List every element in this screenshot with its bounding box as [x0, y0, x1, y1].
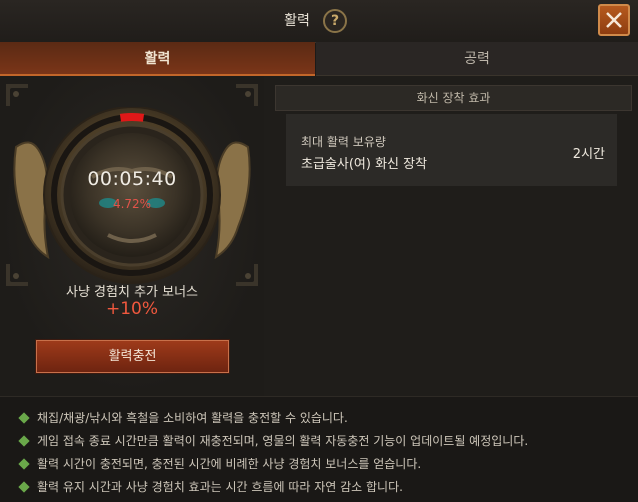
close-button[interactable]: [598, 4, 630, 36]
window-title: 활력: [284, 13, 310, 29]
note-text: 활력 시간이 충전되면, 충전된 시간에 비례한 사냥 경험치 보너스를 얻습니…: [37, 457, 422, 471]
tab-power[interactable]: 공력: [316, 42, 638, 76]
bullet-icon: [18, 411, 30, 424]
help-icon[interactable]: ?: [323, 9, 347, 33]
effect-label: 최대 활력 보유량: [301, 135, 386, 149]
effect-panel-header: 화신 장착 효과: [275, 85, 632, 111]
title-bar: 활력 ?: [0, 0, 638, 43]
demon-face-emblem: [70, 133, 194, 257]
note-item: 게임 접속 종료 시간만큼 활력이 재충전되며, 영물의 활력 자동충전 기능이…: [18, 432, 529, 449]
tab-vitality[interactable]: 활력: [0, 42, 315, 76]
effect-value: 2시간: [572, 147, 605, 162]
note-item: 활력 시간이 충전되면, 충전된 시간에 비례한 사냥 경험치 보너스를 얻습니…: [18, 455, 422, 472]
info-notes: 채집/채광/낚시와 흑철을 소비하여 활력을 충전할 수 있습니다. 게임 접속…: [0, 396, 638, 502]
tab-bar: 활력 공력: [0, 42, 638, 76]
corner-ornament-icon: [236, 84, 258, 106]
note-text: 활력 유지 시간과 사냥 경험치 효과는 시간 흐름에 따라 자연 감소 합니다…: [37, 480, 403, 494]
bullet-icon: [18, 457, 30, 470]
bullet-icon: [18, 480, 30, 493]
note-item: 활력 유지 시간과 사냥 경험치 효과는 시간 흐름에 따라 자연 감소 합니다…: [18, 478, 403, 495]
note-text: 게임 접속 종료 시간만큼 활력이 재충전되며, 영물의 활력 자동충전 기능이…: [37, 434, 529, 448]
vitality-percent: 4.72%: [112, 197, 152, 211]
bonus-label: 사냥 경험치 추가 보너스: [66, 285, 198, 300]
charge-vitality-button[interactable]: 활력충전: [36, 340, 229, 373]
close-icon: [606, 12, 622, 28]
corner-ornament-icon: [6, 84, 28, 106]
bullet-icon: [18, 434, 30, 447]
note-item: 채집/채광/낚시와 흑철을 소비하여 활력을 충전할 수 있습니다.: [18, 409, 348, 426]
note-text: 채집/채광/낚시와 흑철을 소비하여 활력을 충전할 수 있습니다.: [37, 411, 348, 425]
window-title-wrap: 활력: [0, 0, 606, 42]
effect-source: 초급술사(여) 화신 장착: [301, 157, 428, 172]
bonus-value: +10%: [105, 299, 159, 319]
vitality-timer: 00:05:40: [87, 168, 177, 190]
effect-row: 최대 활력 보유량 초급술사(여) 화신 장착 2시간: [286, 114, 617, 186]
